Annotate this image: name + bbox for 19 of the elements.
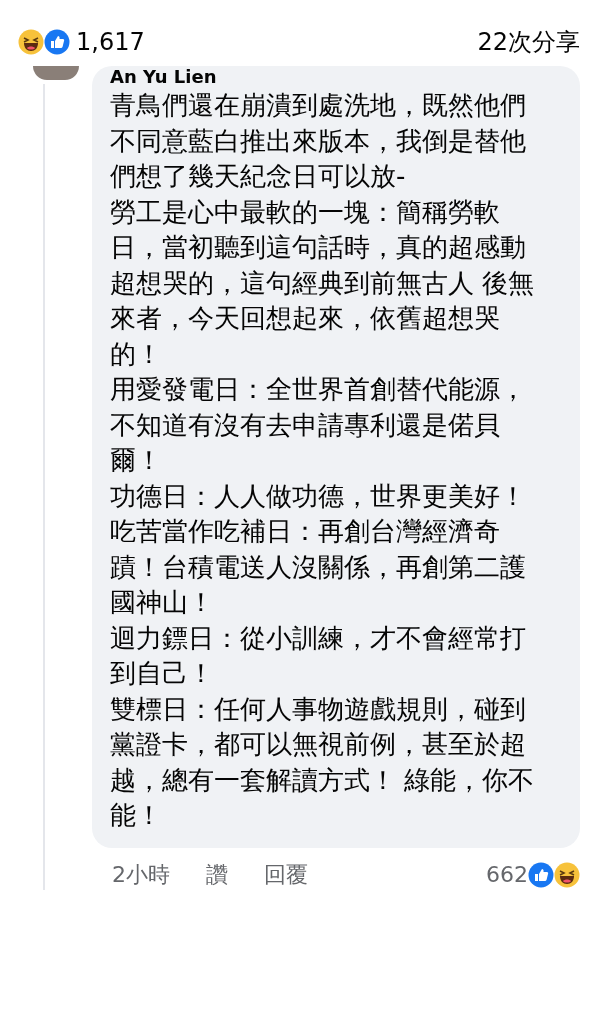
reply-button[interactable]: 回覆 xyxy=(264,859,308,890)
comment-paragraph: 用愛發電日：全世界首創替代能源，不知道有沒有去申請專利還是偌貝爾！ xyxy=(110,373,527,477)
laughing-emoji-icon xyxy=(554,861,580,888)
comment-paragraph: 勞工是心中最軟的一塊：簡稱勞軟日，當初聽到這句話時，真的超感動超想哭的，這句經典到前無古人 後無來者，今天回想起來，依舊超想哭的！ xyxy=(110,195,536,371)
like-icon xyxy=(44,29,70,55)
reaction-count[interactable]: 1,617 xyxy=(76,28,145,56)
like-button[interactable]: 讚 xyxy=(206,859,228,890)
comment-paragraph: 迴力鏢日：從小訓練，才不會經常打到自己！ xyxy=(110,621,527,690)
author-name[interactable]: An Yu Lien xyxy=(110,66,562,88)
comment-paragraph: 雙標日：任何人事物遊戲規則，碰到黨證卡，都可以無視前例，甚至於超越，總有一套解讀方式！ 綠能，你不能！ xyxy=(110,692,536,832)
comment-time: 2小時 xyxy=(112,860,170,889)
comment-paragraph: 吃苦當作吃補日：再創台灣經濟奇蹟！台積電送人沒關係，再創第二護國神山！ xyxy=(110,515,527,619)
like-icon xyxy=(528,861,554,888)
share-count[interactable]: 22次分享 xyxy=(477,26,580,58)
laughing-emoji-icon xyxy=(18,29,44,55)
avatar[interactable] xyxy=(33,66,79,80)
comment-paragraph: 功德日：人人做功德，世界更美好！ xyxy=(110,479,527,513)
comment-paragraph: 青鳥們還在崩潰到處洗地，既然他們不同意藍白推出來版本，我倒是替他們想了幾天紀念日可以放- xyxy=(110,89,527,193)
reaction-count[interactable]: 662 xyxy=(486,862,528,887)
